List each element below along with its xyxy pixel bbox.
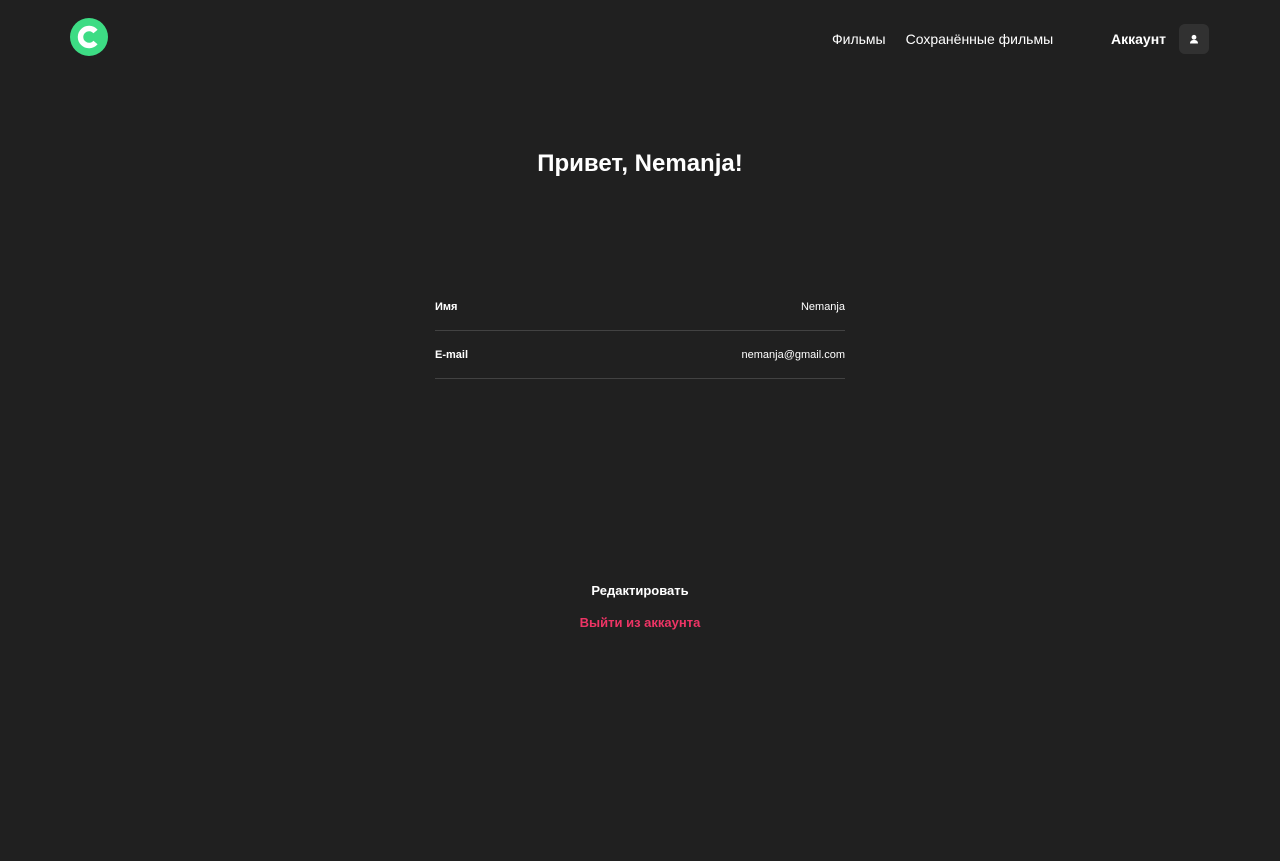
edit-profile-button[interactable]: Редактировать (591, 582, 688, 600)
email-label: E-mail (435, 348, 469, 361)
profile-actions: Редактировать Выйти из аккаунта (0, 582, 1280, 632)
profile-greeting: Привет, Nemanja! (537, 150, 743, 177)
profile-row-email: E-mail nemanja@gmail.com (435, 331, 845, 379)
name-label: Имя (435, 300, 458, 313)
profile-row-name: Имя Nemanja (435, 283, 845, 331)
nav-link-saved-movies[interactable]: Сохранённые фильмы (906, 30, 1054, 48)
name-value: Nemanja (800, 300, 845, 313)
site-header: Фильмы Сохранённые фильмы Аккаунт (0, 0, 1280, 74)
account-icon-box (1179, 24, 1210, 54)
email-value: nemanja@gmail.com (741, 348, 846, 361)
account-label: Аккаунт (1111, 31, 1167, 47)
user-icon (1190, 34, 1199, 44)
profile-info: Имя Nemanja E-mail nemanja@gmail.com (435, 283, 845, 379)
account-button[interactable]: Аккаунт (1111, 24, 1210, 54)
logout-button[interactable]: Выйти из аккаунта (580, 614, 701, 632)
logo-icon[interactable] (70, 18, 108, 56)
main-nav: Фильмы Сохранённые фильмы (832, 30, 1053, 48)
nav-link-movies[interactable]: Фильмы (832, 30, 886, 48)
